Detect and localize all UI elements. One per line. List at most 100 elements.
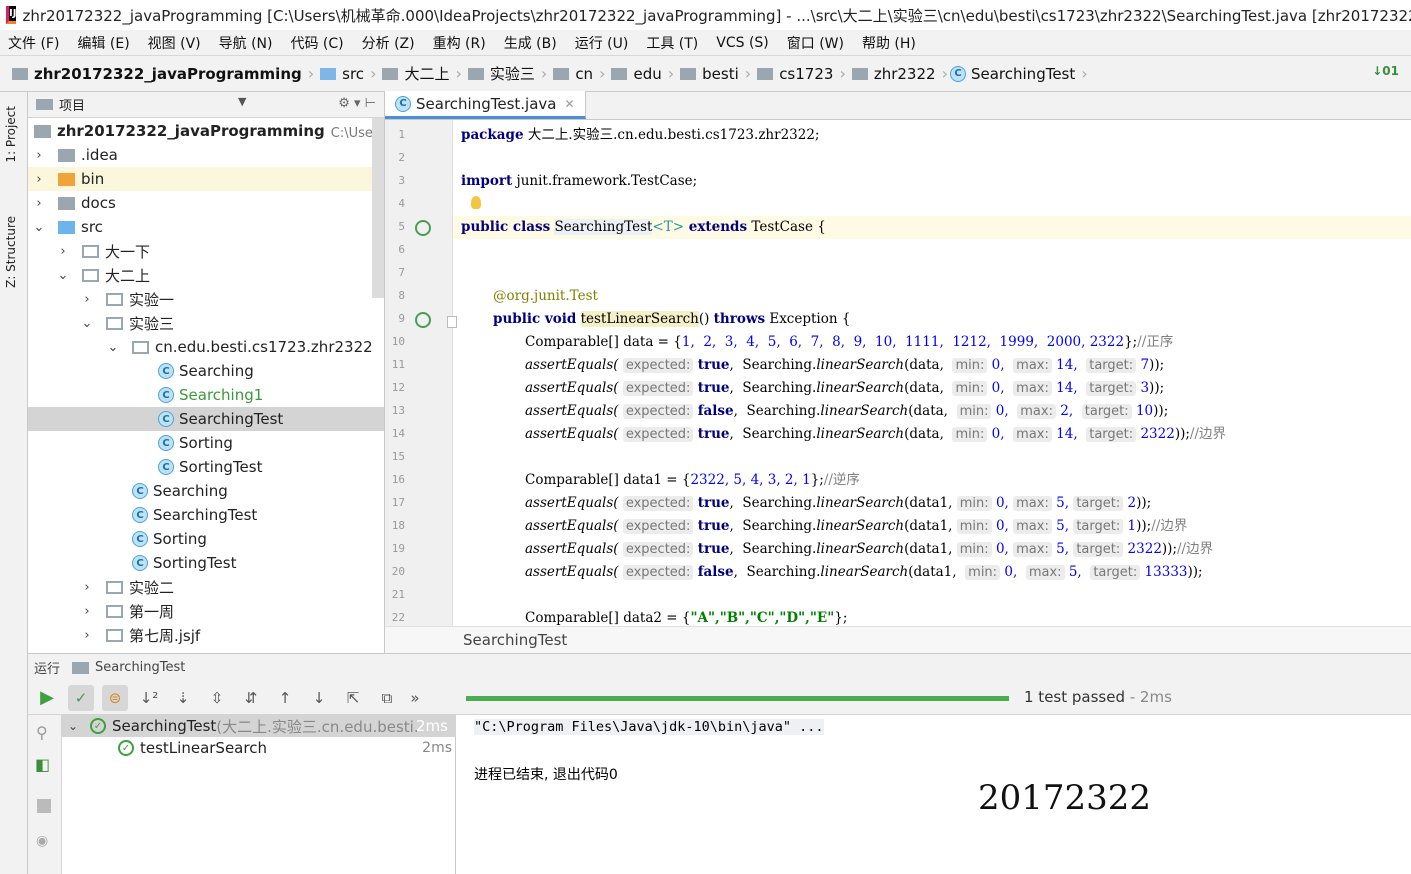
menu-vcs[interactable]: VCS (S) xyxy=(708,35,779,51)
chevron-down-icon[interactable]: ⌄ xyxy=(32,220,46,235)
export-icon[interactable]: ⇱ xyxy=(340,685,366,711)
gear-icon[interactable]: ⚙ ▾ ⊢ xyxy=(338,96,376,111)
chevron-right-icon[interactable]: › xyxy=(80,604,94,619)
code-line-16: Comparable[] data1 = {2322, 5, 4, 3, 2, … xyxy=(525,472,860,488)
menu-view[interactable]: 视图 (V) xyxy=(140,33,211,53)
sort-alpha-icon[interactable]: ↓² xyxy=(136,685,162,711)
tree-item-searchingtest-2[interactable]: C SearchingTest xyxy=(132,503,257,527)
sort-duration-icon[interactable]: ⇣ xyxy=(170,685,196,711)
tree-item-shiyan1[interactable]: › 实验一 xyxy=(80,287,174,311)
tree-item-searching-2[interactable]: C Searching xyxy=(132,479,228,503)
chevron-down-icon[interactable]: ⌄ xyxy=(56,268,70,283)
tree-item-searching[interactable]: C Searching xyxy=(158,359,254,383)
crumb-searchingtest[interactable]: C SearchingTest › xyxy=(949,64,1090,83)
tree-item-sorting-2[interactable]: C Sorting xyxy=(132,527,207,551)
tree-item-daershang[interactable]: ⌄ 大二上 xyxy=(56,263,150,287)
window-title: zhr20172322_javaProgramming [C:\Users\机械… xyxy=(22,6,1411,25)
intellij-app-icon[interactable]: IJ xyxy=(6,6,17,24)
code-area[interactable]: package 大二上.实验三.cn.edu.besti.cs1723.zhr2… xyxy=(453,120,1411,626)
crumb-dasanshang[interactable]: 大二上 › xyxy=(378,63,463,84)
chevron-right-icon[interactable]: › xyxy=(80,292,94,307)
menu-build[interactable]: 生成 (B) xyxy=(496,33,567,53)
menu-navigate[interactable]: 导航 (N) xyxy=(211,33,283,53)
menu-tools[interactable]: 工具 (T) xyxy=(638,33,708,53)
show-passed-icon[interactable]: ✓ xyxy=(68,684,94,711)
tree-item-shiyan2[interactable]: › 实验二 xyxy=(80,575,174,599)
menu-refactor[interactable]: 重构 (R) xyxy=(425,33,496,53)
crumb-src[interactable]: src › xyxy=(316,64,378,83)
crumb-project[interactable]: zhr20172322_javaProgramming › xyxy=(8,64,316,83)
chevron-down-icon[interactable]: ⌄ xyxy=(106,340,120,355)
tree-item-src[interactable]: ⌄ src xyxy=(32,215,103,239)
menu-help[interactable]: 帮助 (H) xyxy=(854,33,926,53)
crumb-edu[interactable]: edu › xyxy=(607,64,676,83)
crumb-besti[interactable]: besti › xyxy=(676,64,753,83)
crumb-zhr2322[interactable]: zhr2322 › xyxy=(848,64,950,83)
close-icon[interactable]: ✕ xyxy=(564,97,574,111)
menu-code[interactable]: 代码 (C) xyxy=(282,33,353,53)
tree-item-searching1[interactable]: C Searching1 xyxy=(158,383,263,407)
folder-icon xyxy=(58,196,75,210)
rerun-icon[interactable]: ▶ xyxy=(34,685,60,711)
crumb-cn[interactable]: cn › xyxy=(549,64,607,83)
tree-item-dayixia[interactable]: › 大一下 xyxy=(56,239,150,263)
run-test-icon[interactable] xyxy=(415,312,431,328)
chevron-right-icon[interactable]: › xyxy=(80,628,94,643)
menu-window[interactable]: 窗口 (W) xyxy=(779,33,854,53)
menu-run[interactable]: 运行 (U) xyxy=(567,33,639,53)
tree-item-sorting[interactable]: C Sorting xyxy=(158,431,233,455)
tree-root[interactable]: zhr20172322_javaProgramming C:\Users\机 xyxy=(34,119,384,143)
tree-item-shiyan3[interactable]: ⌄ 实验三 xyxy=(80,311,174,335)
project-scrollbar[interactable] xyxy=(372,118,384,298)
run-console[interactable]: "C:\Program Files\Java\jdk-10\bin\java" … xyxy=(456,715,1411,874)
tree-item-bin[interactable]: › bin xyxy=(28,167,372,191)
tree-item-sortingtest-2[interactable]: C SortingTest xyxy=(132,551,236,575)
test-suite-row[interactable]: ⌄ ✓ SearchingTest (大二上.实验三.cn.edu.besti.… xyxy=(68,715,456,737)
project-panel-title[interactable]: 项目 xyxy=(59,95,85,114)
chevron-down-icon[interactable]: ▼ xyxy=(238,95,246,108)
previous-failed-icon[interactable]: ↑ xyxy=(272,685,298,711)
tree-item-idea[interactable]: › .idea xyxy=(32,143,118,167)
pin-icon[interactable]: ⚲ xyxy=(36,723,48,742)
run-config-name[interactable]: SearchingTest xyxy=(95,660,185,675)
next-failed-icon[interactable]: ↓ xyxy=(306,685,332,711)
tree-item-docs[interactable]: › docs xyxy=(32,191,115,215)
chevron-right-icon[interactable]: › xyxy=(32,172,46,187)
camera-icon[interactable]: ◉ xyxy=(36,833,48,849)
tree-item-diqizhou[interactable]: › 第七周.jsjf xyxy=(80,623,200,647)
menu-analyze[interactable]: 分析 (Z) xyxy=(354,33,425,53)
crumb-cs1723[interactable]: cs1723 › xyxy=(753,64,848,83)
project-tool-tab[interactable]: 1: Project xyxy=(4,106,18,163)
collapse-all-icon[interactable]: ⇵ xyxy=(238,685,264,711)
test-class-icon: C xyxy=(132,555,148,571)
show-ignored-icon[interactable]: ⊜ xyxy=(102,684,128,711)
crumb-shiyan3[interactable]: 实验三 › xyxy=(464,63,549,84)
more-icon[interactable]: » xyxy=(408,685,422,711)
tab-searchingtest-java[interactable]: C SearchingTest.java ✕ xyxy=(385,91,586,119)
title-bar: IJ zhr20172322_javaProgramming [C:\Users… xyxy=(0,0,1411,30)
tree-item-package[interactable]: ⌄ cn.edu.besti.cs1723.zhr2322 xyxy=(106,335,373,359)
stop-icon[interactable] xyxy=(37,799,51,813)
menu-edit[interactable]: 编辑 (E) xyxy=(69,33,139,53)
editor-breadcrumb[interactable]: SearchingTest xyxy=(385,626,1411,653)
chevron-right-icon[interactable]: › xyxy=(56,244,70,259)
chevron-right-icon[interactable]: › xyxy=(80,580,94,595)
coverage-icon[interactable]: ◧ xyxy=(35,755,50,774)
tree-item-searchingtest-selected[interactable]: C SearchingTest xyxy=(28,407,384,431)
run-class-icon[interactable] xyxy=(415,220,431,236)
import-icon[interactable]: ⧉ xyxy=(374,685,400,711)
lightbulb-icon[interactable] xyxy=(471,196,481,209)
chevron-down-icon[interactable]: ⌄ xyxy=(68,719,90,733)
chevron-right-icon[interactable]: › xyxy=(32,196,46,211)
chevron-down-icon[interactable]: ⌄ xyxy=(80,316,94,331)
tree-item-diyizhou[interactable]: › 第一周 xyxy=(80,599,174,623)
structure-tool-tab[interactable]: Z: Structure xyxy=(4,216,18,288)
menu-file[interactable]: 文件 (F) xyxy=(0,33,69,53)
vcs-update-icon[interactable]: ↓01 xyxy=(1372,64,1399,78)
source-folder-icon xyxy=(58,220,75,234)
tree-item-sortingtest[interactable]: C SortingTest xyxy=(158,455,262,479)
chevron-right-icon[interactable]: › xyxy=(32,148,46,163)
package-icon xyxy=(106,604,123,618)
expand-all-icon[interactable]: ⇳ xyxy=(204,685,230,711)
test-case-row[interactable]: ✓ testLinearSearch 2ms xyxy=(118,737,456,759)
